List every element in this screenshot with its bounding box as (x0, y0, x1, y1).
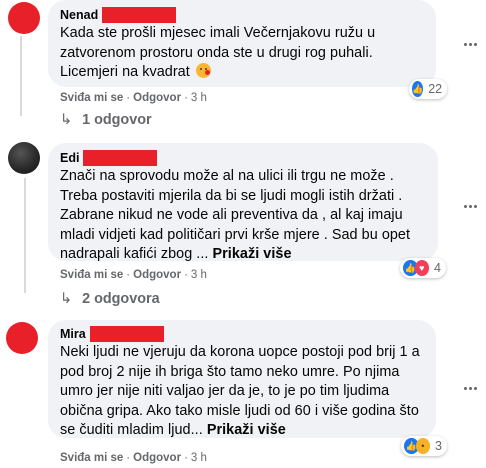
comment-author[interactable]: Edi (60, 149, 79, 167)
comment-bubble: Nenad Kada ste prošli mjesec imali Večer… (48, 0, 436, 87)
comment-text: Kada ste prošli mjesec imali Večernjakov… (60, 25, 376, 80)
more-options-icon[interactable] (462, 36, 478, 52)
reply-button[interactable]: Odgovor (133, 92, 181, 104)
redaction-block (102, 7, 177, 23)
like-button[interactable]: Sviđa mi se (60, 269, 123, 281)
avatar[interactable] (6, 322, 38, 354)
comment-actions: Sviđa mi se · Odgovor · 3 h (60, 452, 207, 464)
reply-arrow-icon: ↳ (60, 291, 73, 307)
redaction-block (83, 150, 158, 166)
comment-author[interactable]: Mira (60, 325, 86, 343)
view-replies-button[interactable]: ↳ 2 odgovora (60, 290, 160, 308)
see-more-link[interactable]: Prikaži više (207, 422, 286, 438)
like-button[interactable]: Sviđa mi se (60, 452, 123, 464)
comment-text: Neki ljudi ne vjeruju da korona uopce po… (60, 344, 420, 438)
reaction-summary[interactable]: 👍 22 (409, 79, 447, 99)
comment-text: Znači na sprovodu može al na ulici ili t… (60, 168, 411, 262)
comment-author[interactable]: Nenad (60, 6, 98, 24)
like-icon: 👍 (412, 81, 424, 97)
comment-3: Mira Neki ljudi ne vjeruju da korona uop… (0, 320, 486, 468)
reply-button[interactable]: Odgovor (133, 452, 181, 464)
timestamp[interactable]: 3 h (191, 269, 207, 281)
reaction-summary[interactable]: 👍 • 3 (401, 436, 447, 456)
kiss-face-emoji-icon (195, 63, 211, 78)
comment-2: Edi Znači na sprovodu može al na ulici i… (0, 140, 486, 310)
thread-line (24, 178, 26, 293)
reply-arrow-icon: ↳ (60, 112, 73, 128)
haha-icon: • (415, 438, 431, 454)
avatar[interactable] (8, 2, 40, 34)
comment-actions: Sviđa mi se · Odgovor · 3 h (60, 269, 207, 281)
view-replies-button[interactable]: ↳ 1 odgovor (60, 111, 152, 129)
reply-button[interactable]: Odgovor (133, 269, 181, 281)
comment-bubble: Edi Znači na sprovodu može al na ulici i… (48, 143, 438, 262)
avatar[interactable] (8, 142, 40, 174)
redaction-block (89, 326, 164, 342)
more-options-icon[interactable] (462, 198, 478, 214)
love-icon: ♥ (414, 260, 430, 276)
timestamp[interactable]: 3 h (191, 452, 207, 464)
comment-bubble: Mira Neki ljudi ne vjeruju da korona uop… (48, 320, 436, 438)
more-options-icon[interactable] (462, 380, 478, 396)
see-more-link[interactable]: Prikaži više (213, 246, 292, 262)
comment-actions: Sviđa mi se · Odgovor · 3 h (60, 92, 207, 104)
like-button[interactable]: Sviđa mi se (60, 92, 123, 104)
comment-1: Nenad Kada ste prošli mjesec imali Večer… (0, 0, 486, 128)
timestamp[interactable]: 3 h (191, 92, 207, 104)
reaction-summary[interactable]: 👍 ♥ 4 (400, 258, 446, 278)
thread-line (20, 36, 22, 116)
